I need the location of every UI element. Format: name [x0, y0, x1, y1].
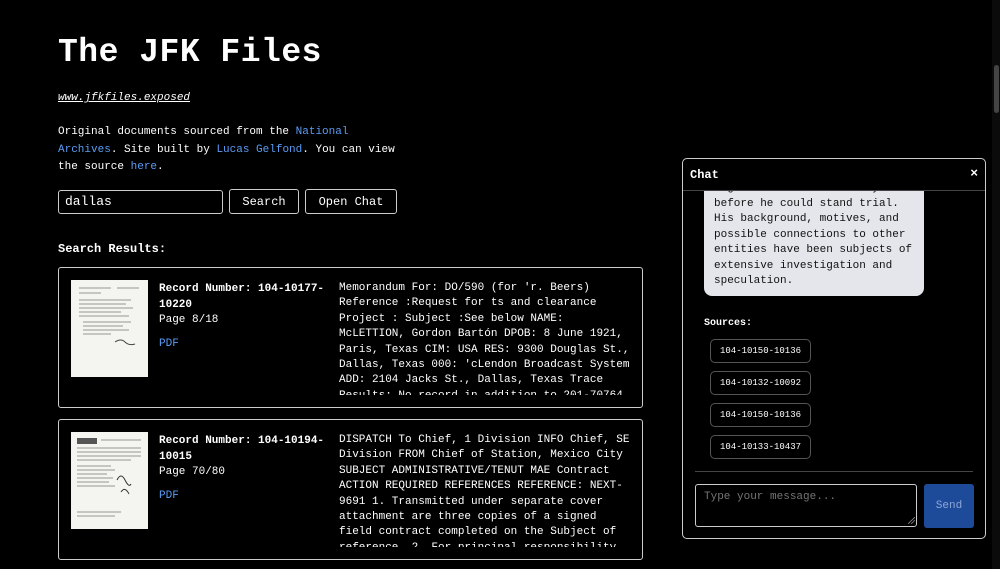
- open-chat-button[interactable]: Open Chat: [305, 189, 397, 214]
- source-chip[interactable]: 104-10150-10136: [710, 339, 812, 363]
- result-excerpt: Memorandum For: DO/590 (for 'r. Beers) R…: [339, 282, 630, 395]
- source-chip[interactable]: 104-10133-10437: [710, 435, 812, 459]
- close-icon[interactable]: ×: [970, 166, 978, 181]
- document-thumbnail-image: [71, 432, 148, 529]
- assistant-message: nightclub owner Jack Ruby before he coul…: [704, 191, 924, 296]
- chat-panel: Chat × nightclub owner Jack Ruby before …: [682, 158, 986, 539]
- chat-title: Chat: [690, 168, 719, 182]
- resize-handle-icon[interactable]: [908, 517, 915, 524]
- page-number: Page 8/18: [159, 314, 219, 326]
- chat-message-input[interactable]: [695, 484, 917, 527]
- chat-messages[interactable]: nightclub owner Jack Ruby before he coul…: [683, 191, 985, 471]
- result-excerpt: DISPATCH To Chief, 1 Division INFO Chief…: [339, 434, 630, 547]
- intro-text-part: .: [157, 161, 164, 173]
- intro-text: Original documents sourced from the Nati…: [58, 124, 398, 177]
- source-chip[interactable]: 104-10132-10092: [710, 371, 812, 395]
- assistant-message-text: nightclub owner Jack Ruby before he coul…: [714, 191, 913, 287]
- result-meta: Record Number: 104-10177-10220 Page 8/18…: [159, 282, 329, 352]
- search-button[interactable]: Search: [229, 189, 299, 214]
- document-thumbnail[interactable]: [71, 280, 148, 377]
- sources-label: Sources:: [704, 318, 753, 329]
- results-heading: Search Results:: [58, 242, 167, 256]
- result-meta: Record Number: 104-10194-10015 Page 70/8…: [159, 434, 329, 504]
- source-chip[interactable]: 104-10150-10136: [710, 403, 812, 427]
- result-card: Record Number: 104-10177-10220 Page 8/18…: [58, 267, 643, 408]
- author-link[interactable]: Lucas Gelfond: [216, 144, 302, 156]
- intro-text-part: . Site built by: [110, 143, 217, 156]
- record-number: Record Number: 104-10177-10220: [159, 283, 325, 311]
- page-title: The JFK Files: [58, 34, 322, 71]
- pdf-link[interactable]: PDF: [159, 489, 329, 505]
- page-scrollbar[interactable]: [992, 0, 1000, 569]
- document-thumbnail[interactable]: [71, 432, 148, 529]
- search-input[interactable]: [58, 190, 223, 214]
- intro-text-part: Original documents sourced from the: [58, 126, 296, 138]
- send-button[interactable]: Send: [924, 484, 974, 528]
- record-number: Record Number: 104-10194-10015: [159, 435, 325, 463]
- result-card: Record Number: 104-10194-10015 Page 70/8…: [58, 419, 643, 560]
- scrollbar-thumb[interactable]: [994, 65, 999, 113]
- page-number: Page 70/80: [159, 466, 226, 478]
- chat-divider: [695, 471, 973, 472]
- chat-header: Chat ×: [683, 159, 985, 191]
- pdf-link[interactable]: PDF: [159, 337, 329, 353]
- document-thumbnail-image: [71, 280, 148, 377]
- site-link[interactable]: www.jfkfiles.exposed: [58, 92, 190, 104]
- source-code-link[interactable]: here: [131, 161, 157, 173]
